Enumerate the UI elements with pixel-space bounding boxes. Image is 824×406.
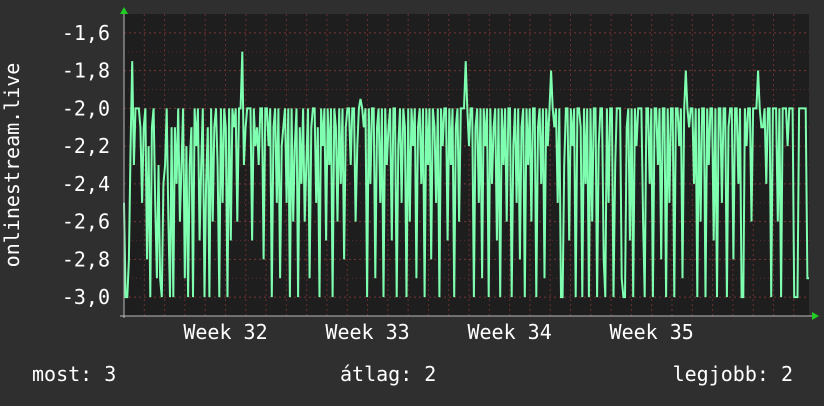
stats-bar: most: 3 átlag: 2 legjobb: 2 xyxy=(0,362,824,390)
y-tick-labels: -1,6 -1,8 -2,0 -2,2 -2,4 -2,6 -2,8 -3,0 xyxy=(62,21,110,309)
y-tick-label: -2,0 xyxy=(62,96,110,120)
y-tick-label: -1,8 xyxy=(62,59,110,83)
stat-current: most: 3 xyxy=(32,362,117,386)
y-axis-label: onlinestream.live xyxy=(0,63,24,268)
y-tick-label: -2,2 xyxy=(62,134,110,158)
x-tick-label: Week 32 xyxy=(183,320,267,344)
y-tick-label: -2,4 xyxy=(62,172,110,196)
x-tick-label: Week 33 xyxy=(325,320,409,344)
stat-average: átlag: 2 xyxy=(340,362,437,386)
y-tick-label: -2,8 xyxy=(62,247,110,271)
x-axis-arrow-icon xyxy=(812,312,819,320)
y-tick-label: -1,6 xyxy=(62,21,110,45)
y-axis-arrow-icon xyxy=(120,7,128,14)
chart-svg: -1,6 -1,8 -2,0 -2,2 -2,4 -2,6 -2,8 -3,0 Week 32… xyxy=(0,7,819,344)
y-tick-label: -2,6 xyxy=(62,210,110,234)
x-tick-label: Week 34 xyxy=(467,320,551,344)
y-tick-label: -3,0 xyxy=(62,285,110,309)
x-tick-label: Week 35 xyxy=(610,320,694,344)
stat-best: legjobb: 2 xyxy=(672,362,793,386)
chart: -1,6 -1,8 -2,0 -2,2 -2,4 -2,6 -2,8 -3,0 Week 32… xyxy=(0,0,824,402)
x-tick-labels: Week 32 Week 33 Week 34 Week 35 xyxy=(183,320,694,344)
